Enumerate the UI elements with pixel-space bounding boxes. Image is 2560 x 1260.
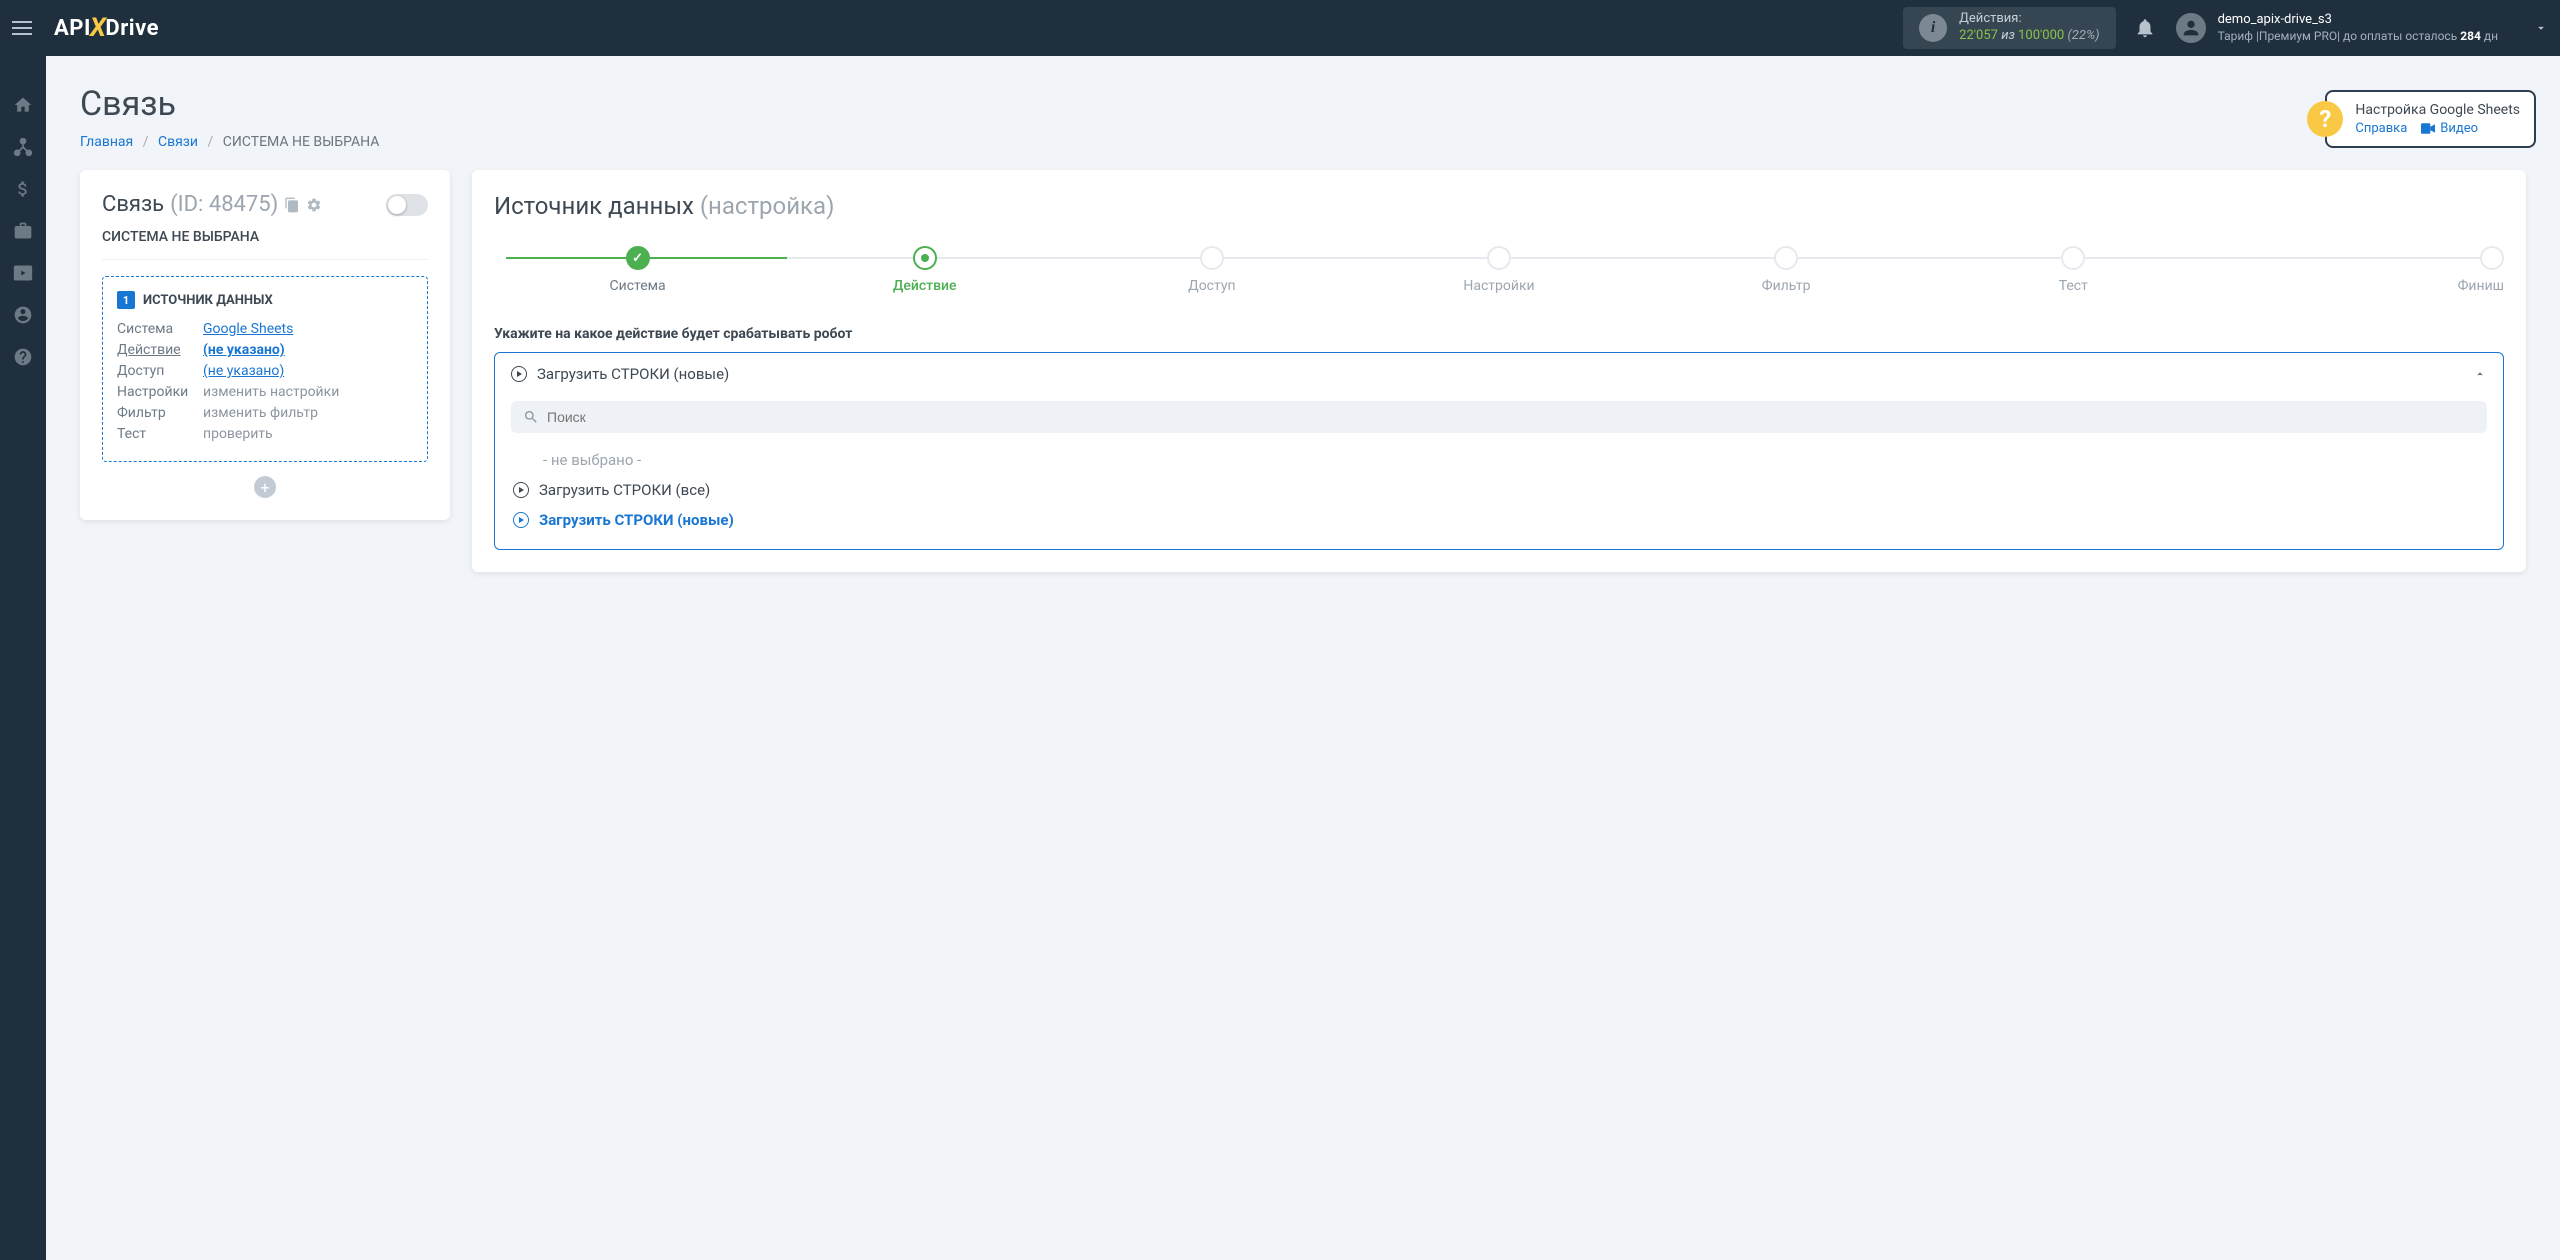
action-field-label: Укажите на какое действие будет срабатыв… (494, 326, 2504, 342)
configuration-card: Источник данных (настройка) Система Дейс… (472, 170, 2526, 572)
page-title: Связь (80, 84, 2526, 124)
step-finish[interactable]: Финиш (2217, 246, 2504, 294)
src-access[interactable]: (не указано) (203, 363, 284, 379)
crumb-connections[interactable]: Связи (158, 134, 198, 150)
option-new-rows[interactable]: Загрузить СТРОКИ (новые) (511, 505, 2487, 535)
dropdown-toggle[interactable]: Загрузить СТРОКИ (новые) (495, 353, 2503, 395)
chevron-up-icon (2473, 367, 2487, 381)
crumb-current: СИСТЕМА НЕ ВЫБРАНА (223, 134, 380, 150)
menu-toggle[interactable] (12, 16, 36, 40)
sidebar-profile[interactable] (3, 296, 43, 334)
user-menu[interactable]: demo_apix-drive_s3 Тариф |Премиум PRO| д… (2176, 12, 2548, 44)
step-settings[interactable]: Настройки (1355, 246, 1642, 294)
sidebar-help[interactable] (3, 338, 43, 376)
play-icon (513, 512, 529, 528)
step-action[interactable]: Действие (781, 246, 1068, 294)
connection-summary-card: Связь (ID: 48475) СИСТЕМА НЕ ВЫБРАНА 1 И… (80, 170, 450, 520)
copy-icon[interactable] (284, 197, 300, 213)
action-dropdown: Загрузить СТРОКИ (новые) - не выбрано - … (494, 352, 2504, 550)
sidebar-home[interactable] (3, 86, 43, 124)
help-video-link[interactable]: Видео (2440, 121, 2478, 136)
crumb-home[interactable]: Главная (80, 134, 133, 150)
data-source-box: 1 ИСТОЧНИК ДАННЫХ СистемаGoogle Sheets Д… (102, 276, 428, 462)
conn-id: (ID: 48475) (170, 192, 278, 217)
gear-icon[interactable] (306, 197, 322, 213)
sidebar (0, 56, 46, 1260)
dropdown-search[interactable] (511, 401, 2487, 433)
conn-title: Связь (102, 192, 164, 217)
search-input[interactable] (547, 409, 2475, 425)
sidebar-connections[interactable] (3, 128, 43, 166)
video-icon (2421, 120, 2438, 136)
add-destination-button[interactable]: + (254, 476, 276, 498)
source-head: ИСТОЧНИК ДАННЫХ (143, 293, 273, 308)
section-subtitle: (настройка) (700, 192, 835, 220)
step-system[interactable]: Система (494, 246, 781, 294)
src-settings[interactable]: изменить настройки (203, 384, 339, 400)
sidebar-video[interactable] (3, 254, 43, 292)
conn-subtitle: СИСТЕМА НЕ ВЫБРАНА (102, 229, 428, 260)
selected-value: Загрузить СТРОКИ (новые) (537, 365, 729, 383)
actions-of: из (2001, 28, 2015, 43)
play-icon (513, 482, 529, 498)
avatar-icon (2176, 13, 2206, 43)
info-icon: i (1919, 14, 1947, 42)
help-icon[interactable]: ? (2307, 101, 2343, 137)
user-tariff: Тариф |Премиум PRO| до оплаты осталось 2… (2218, 29, 2498, 45)
connection-toggle[interactable] (386, 194, 428, 216)
actions-pct: (22%) (2067, 28, 2099, 43)
help-reference-link[interactable]: Справка (2355, 121, 2407, 136)
step-access[interactable]: Доступ (1068, 246, 1355, 294)
src-system[interactable]: Google Sheets (203, 321, 293, 337)
user-name: demo_apix-drive_s3 (2218, 12, 2498, 29)
step-test[interactable]: Тест (1930, 246, 2217, 294)
actions-label: Действия: (1959, 11, 2099, 28)
help-title: Настройка Google Sheets (2355, 102, 2520, 118)
section-title: Источник данных (494, 192, 694, 220)
bell-icon[interactable] (2134, 17, 2156, 39)
main-content: Связь Главная / Связи / СИСТЕМА НЕ ВЫБРА… (46, 56, 2560, 600)
logo[interactable]: APIXDrive (54, 13, 159, 43)
option-none[interactable]: - не выбрано - (511, 445, 2487, 475)
chevron-down-icon[interactable] (2534, 21, 2548, 35)
source-badge: 1 (117, 291, 135, 309)
play-icon (511, 366, 527, 382)
actions-counter[interactable]: i Действия: 22'057 из 100'000 (22%) (1903, 7, 2115, 49)
stepper: Система Действие Доступ Настройки Фильтр… (494, 246, 2504, 294)
src-action[interactable]: (не указано) (203, 342, 285, 358)
actions-total: 100'000 (2018, 28, 2064, 43)
sidebar-briefcase[interactable] (3, 212, 43, 250)
src-filter[interactable]: изменить фильтр (203, 405, 318, 421)
help-bubble: ? Настройка Google Sheets Справка Видео (2325, 90, 2536, 148)
option-all-rows[interactable]: Загрузить СТРОКИ (все) (511, 475, 2487, 505)
actions-current: 22'057 (1959, 28, 1998, 43)
search-icon (523, 409, 539, 425)
sidebar-billing[interactable] (3, 170, 43, 208)
top-header: APIXDrive i Действия: 22'057 из 100'000 … (0, 0, 2560, 56)
breadcrumb: Главная / Связи / СИСТЕМА НЕ ВЫБРАНА (80, 134, 2526, 150)
step-filter[interactable]: Фильтр (1643, 246, 1930, 294)
src-test[interactable]: проверить (203, 426, 273, 442)
